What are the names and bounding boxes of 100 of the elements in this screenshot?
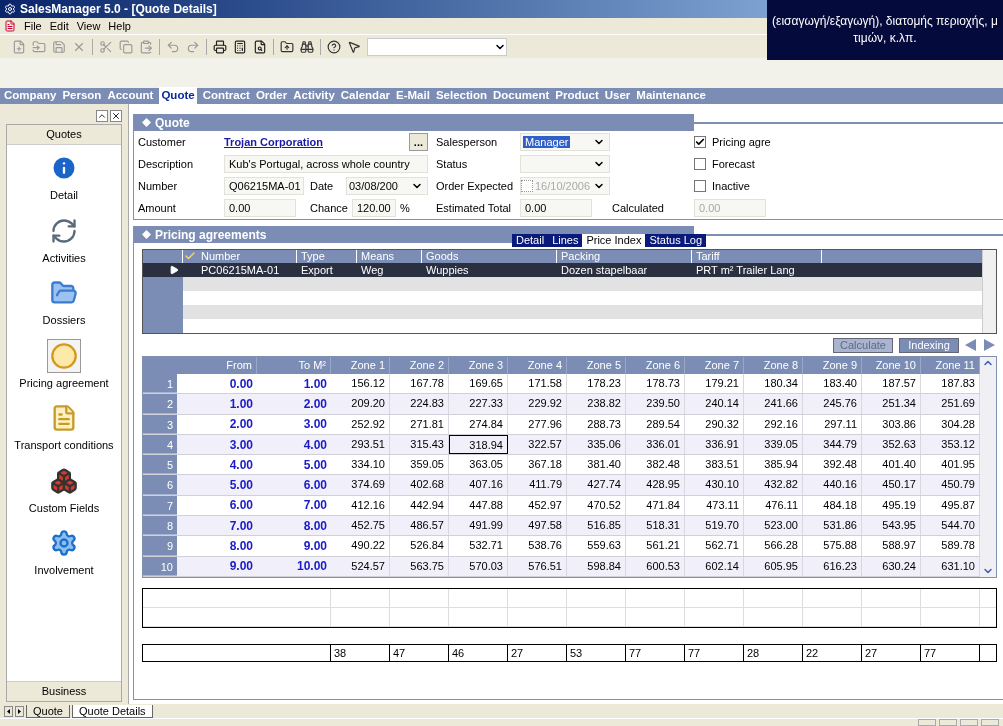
paste-icon[interactable]	[139, 39, 153, 54]
table-cell[interactable]: 383.51	[685, 455, 744, 475]
table-cell[interactable]: 374.69	[331, 475, 390, 495]
table-cell[interactable]: 526.84	[390, 536, 449, 556]
table-cell[interactable]: 290.32	[685, 414, 744, 434]
table-cell[interactable]: 315.43	[390, 434, 449, 455]
table-cell[interactable]: 385.94	[744, 455, 803, 475]
table-cell[interactable]: 227.33	[449, 394, 508, 414]
tab[interactable]: Status Log	[645, 234, 707, 247]
table-cell[interactable]: 318.94	[449, 434, 508, 455]
table-cell[interactable]: 532.71	[449, 536, 508, 556]
table-cell[interactable]: 367.18	[508, 455, 567, 475]
customer-link[interactable]: Trojan Corporation	[224, 133, 409, 151]
table-cell[interactable]: 473.11	[685, 495, 744, 516]
table-cell[interactable]: 352.63	[862, 434, 921, 455]
table-cell[interactable]: 381.40	[567, 455, 626, 475]
table-cell[interactable]: 156.12	[331, 374, 390, 394]
table-cell[interactable]: 491.99	[449, 516, 508, 536]
tab[interactable]: Lines	[548, 234, 583, 247]
table-cell[interactable]: 392.48	[803, 455, 862, 475]
table-cell[interactable]: 516.85	[567, 516, 626, 536]
table-cell[interactable]: 570.03	[449, 556, 508, 576]
description-field[interactable]: Kub's Portugal, across whole country	[224, 155, 428, 173]
help-icon[interactable]	[327, 39, 341, 54]
table-cell[interactable]: 187.57	[862, 374, 921, 394]
table-cell[interactable]: 297.11	[803, 414, 862, 434]
table-cell[interactable]: 531.86	[803, 516, 862, 536]
module-tab[interactable]: Quote	[159, 87, 197, 105]
close-icon[interactable]	[110, 110, 122, 122]
print-preview-icon[interactable]	[253, 39, 267, 54]
table-cell[interactable]: 452.97	[508, 495, 567, 516]
scroll-up-icon[interactable]	[96, 110, 108, 122]
menu-item[interactable]: Edit	[49, 17, 69, 35]
table-cell[interactable]: 271.81	[390, 414, 449, 434]
table-cell[interactable]: 561.21	[626, 536, 685, 556]
menu-item[interactable]: Help	[108, 17, 131, 35]
table-cell[interactable]: 576.51	[508, 556, 567, 576]
grid-row[interactable]: PC06215MA-01 Export Weg Wuppies Dozen stapelbaar PRT m² Trailer Lang	[143, 263, 982, 277]
tab[interactable]: Detail	[512, 234, 549, 247]
table-cell[interactable]: 178.23	[567, 374, 626, 394]
table-cell[interactable]: 293.51	[331, 434, 390, 455]
table-cell[interactable]: 288.73	[567, 414, 626, 434]
table-cell[interactable]: 245.76	[803, 394, 862, 414]
table-cell[interactable]: 523.00	[744, 516, 803, 536]
sheet-tab[interactable]: Quote	[26, 704, 70, 718]
sidebar-item[interactable]: Pricing agreement	[4, 338, 124, 391]
table-cell[interactable]: 277.96	[508, 414, 567, 434]
table-cell[interactable]: 335.06	[567, 434, 626, 455]
sidebar-item[interactable]: Detail	[4, 151, 124, 204]
table-cell[interactable]: 440.16	[803, 475, 862, 495]
table-cell[interactable]: 430.10	[685, 475, 744, 495]
table-cell[interactable]: 598.84	[567, 556, 626, 576]
table-cell[interactable]: 588.97	[862, 536, 921, 556]
tab-scroll-left-icon[interactable]	[4, 705, 13, 717]
table-cell[interactable]: 274.84	[449, 414, 508, 434]
table-cell[interactable]: 602.14	[685, 556, 744, 576]
table-cell[interactable]: 167.78	[390, 374, 449, 394]
context-help-icon[interactable]	[347, 39, 361, 54]
scrollbar[interactable]	[980, 357, 996, 577]
open-folder-icon[interactable]	[32, 39, 46, 54]
table-cell[interactable]: 252.92	[331, 414, 390, 434]
date-field[interactable]: 03/08/200	[346, 177, 428, 195]
table-cell[interactable]: 169.65	[449, 374, 508, 394]
table-cell[interactable]: 486.57	[390, 516, 449, 536]
chance-field[interactable]: 120.00	[352, 199, 396, 217]
table-cell[interactable]: 359.05	[390, 455, 449, 475]
table-cell[interactable]: 566.28	[744, 536, 803, 556]
table-cell[interactable]: 336.01	[626, 434, 685, 455]
cut-icon[interactable]	[99, 39, 113, 54]
sidebar-footer[interactable]: Business	[7, 681, 121, 701]
checkbox[interactable]	[694, 180, 706, 192]
table-cell[interactable]: 562.71	[685, 536, 744, 556]
table-cell[interactable]: 402.68	[390, 475, 449, 495]
table-cell[interactable]: 432.82	[744, 475, 803, 495]
table-cell[interactable]: 600.53	[626, 556, 685, 576]
table-cell[interactable]: 543.95	[862, 516, 921, 536]
checkbox[interactable]	[694, 158, 706, 170]
table-cell[interactable]: 334.10	[331, 455, 390, 475]
undo-icon[interactable]	[166, 39, 180, 54]
sidebar-header[interactable]: Quotes	[7, 125, 121, 145]
table-cell[interactable]: 484.18	[803, 495, 862, 516]
table-cell[interactable]: 495.19	[862, 495, 921, 516]
table-cell[interactable]: 229.92	[508, 394, 567, 414]
table-cell[interactable]: 411.79	[508, 475, 567, 495]
table-cell[interactable]: 471.84	[626, 495, 685, 516]
folder-up-icon[interactable]	[280, 39, 294, 54]
table-cell[interactable]: 241.66	[744, 394, 803, 414]
table-cell[interactable]: 224.83	[390, 394, 449, 414]
table-cell[interactable]: 450.17	[862, 475, 921, 495]
binoculars-icon[interactable]	[300, 39, 314, 54]
table-cell[interactable]: 616.23	[803, 556, 862, 576]
new-file-icon[interactable]	[12, 39, 26, 54]
redo-icon[interactable]	[186, 39, 200, 54]
next-arrow-icon[interactable]	[983, 339, 995, 351]
table-cell[interactable]: 447.88	[449, 495, 508, 516]
scrollbar[interactable]	[982, 250, 996, 333]
table-cell[interactable]: 238.82	[567, 394, 626, 414]
table-cell[interactable]: 563.75	[390, 556, 449, 576]
table-cell[interactable]: 519.70	[685, 516, 744, 536]
table-cell[interactable]: 336.91	[685, 434, 744, 455]
